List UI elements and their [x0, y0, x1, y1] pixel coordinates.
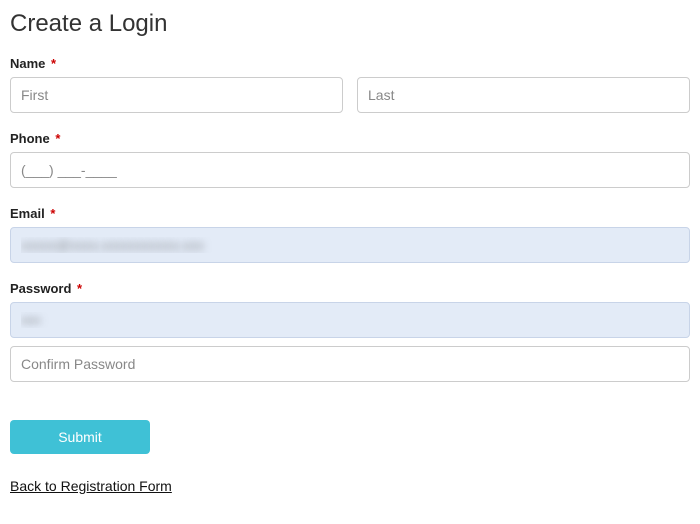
name-label-text: Name: [10, 56, 45, 71]
submit-button[interactable]: Submit: [10, 420, 150, 454]
email-label: Email *: [10, 206, 690, 221]
password-input[interactable]: [10, 302, 690, 338]
last-name-input[interactable]: [357, 77, 690, 113]
password-label: Password *: [10, 281, 690, 296]
required-indicator: *: [50, 206, 55, 221]
name-group: Name *: [10, 56, 690, 113]
phone-label: Phone *: [10, 131, 690, 146]
name-label: Name *: [10, 56, 690, 71]
first-name-input[interactable]: [10, 77, 343, 113]
phone-label-text: Phone: [10, 131, 50, 146]
phone-group: Phone *: [10, 131, 690, 188]
password-label-text: Password: [10, 281, 71, 296]
confirm-password-input[interactable]: [10, 346, 690, 382]
phone-input[interactable]: [10, 152, 690, 188]
page-title: Create a Login: [10, 10, 690, 38]
email-label-text: Email: [10, 206, 45, 221]
required-indicator: *: [51, 56, 56, 71]
back-to-registration-link[interactable]: Back to Registration Form: [10, 478, 172, 494]
required-indicator: *: [77, 281, 82, 296]
required-indicator: *: [55, 131, 60, 146]
email-input[interactable]: [10, 227, 690, 263]
password-group: Password *: [10, 281, 690, 382]
email-group: Email *: [10, 206, 690, 263]
